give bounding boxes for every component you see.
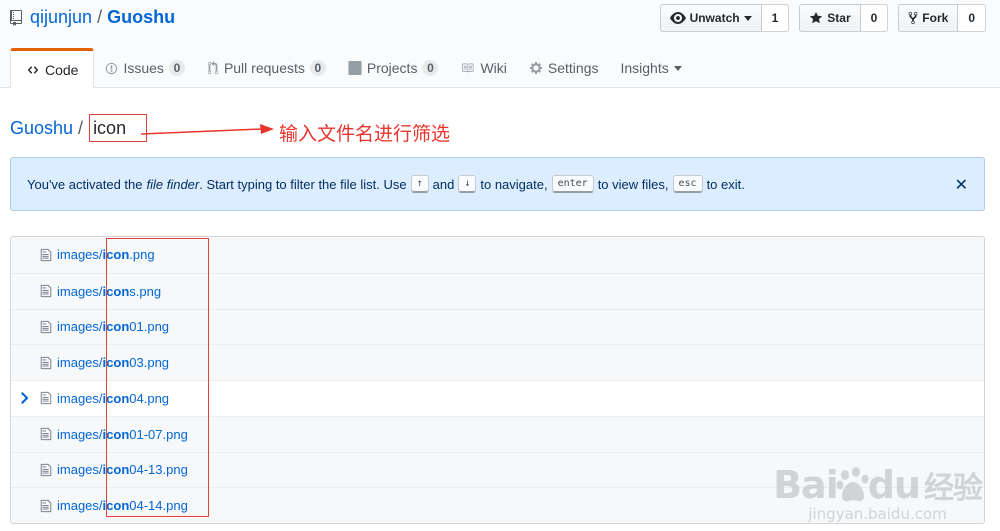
repo-title: qijunjun / Guoshu (10, 7, 175, 28)
file-link[interactable]: images/icons.png (57, 284, 161, 299)
tab-pull-requests-label: Pull requests (223, 60, 305, 76)
file-finder-flash: You've activated the file finder. Start … (10, 157, 985, 211)
baidu-jingyan-watermark: Bai du 经验 jingyan.baidu.com (773, 463, 983, 523)
wiki-icon (462, 63, 474, 73)
fork-icon (908, 11, 918, 25)
flash-text-5: to exit. (706, 176, 745, 192)
file-row[interactable]: images/icons.png (11, 272, 984, 309)
file-link[interactable]: images/icon01.png (57, 319, 169, 334)
file-finder-breadcrumb: Guoshu / (10, 114, 148, 142)
watermark-url: jingyan.baidu.com (808, 505, 947, 523)
star-icon (810, 11, 823, 24)
finder-slash: / (78, 117, 84, 138)
tab-projects[interactable]: Projects 0 (337, 48, 450, 88)
watermark-logo: Bai du 经验 (773, 463, 983, 507)
repo-name-link[interactable]: Guoshu (107, 7, 175, 28)
caret-down-icon (673, 65, 682, 71)
tab-settings-label: Settings (547, 60, 599, 76)
pull-requests-count-badge: 0 (309, 60, 326, 76)
gear-icon (529, 61, 543, 75)
star-label: Star (827, 11, 851, 25)
flash-text-2: . Start typing to filter the file list. … (199, 176, 407, 192)
tab-issues-label: Issues (123, 60, 164, 76)
file-icon (40, 320, 52, 333)
flash-message: You've activated the file finder. Start … (27, 175, 745, 193)
pull-request-icon (207, 61, 219, 75)
tab-projects-label: Projects (366, 60, 418, 76)
repo-owner-link[interactable]: qijunjun (30, 7, 92, 28)
file-icon (40, 499, 52, 512)
file-link[interactable]: images/icon04-14.png (57, 498, 188, 513)
flash-text-1: You've activated the (27, 176, 143, 192)
issues-count-badge: 0 (168, 60, 185, 76)
tab-code-label: Code (45, 62, 79, 78)
annotation-text: 输入文件名进行筛选 (279, 123, 451, 145)
stars-count[interactable]: 0 (860, 4, 889, 32)
repo-actions: Unwatch 1 Star 0 Fork 0 (659, 4, 986, 32)
chevron-right-icon (21, 392, 29, 404)
fork-label: Fork (922, 11, 949, 25)
repo-nav-tabs: Code Issues 0 Pull requests 0 Projects 0… (10, 48, 693, 89)
key-enter: enter (551, 175, 594, 193)
file-icon (40, 356, 52, 369)
issue-icon (106, 62, 118, 74)
file-icon (40, 463, 52, 476)
flash-text-3: to navigate, (480, 176, 548, 192)
key-up: ↑ (410, 175, 429, 193)
eye-icon (669, 12, 686, 24)
repo-separator: / (97, 7, 103, 27)
fork-button[interactable]: Fork (898, 4, 959, 32)
star-group: Star 0 (799, 4, 889, 32)
watchers-count[interactable]: 1 (761, 4, 790, 32)
tab-code[interactable]: Code (10, 48, 95, 89)
key-down: ↓ (458, 175, 477, 193)
finder-repo-link[interactable]: Guoshu (10, 118, 73, 139)
unwatch-label: Unwatch (689, 11, 740, 25)
flash-text-4: to view files, (597, 176, 669, 192)
flash-file-finder: file finder (146, 176, 200, 192)
file-link[interactable]: images/icon.png (57, 247, 155, 262)
tab-settings[interactable]: Settings (518, 48, 610, 88)
file-row[interactable]: images/icon03.png (11, 344, 984, 380)
star-button[interactable]: Star (799, 4, 861, 32)
annotation-arrow-icon (140, 124, 274, 135)
file-link[interactable]: images/icon04.png (57, 391, 169, 406)
unwatch-button[interactable]: Unwatch (659, 4, 762, 32)
tab-insights[interactable]: Insights (609, 48, 692, 88)
file-icon (40, 428, 52, 441)
file-icon (40, 392, 52, 405)
file-row[interactable]: images/icon.png (11, 237, 984, 273)
key-esc: esc (672, 175, 703, 193)
forks-count[interactable]: 0 (958, 4, 986, 32)
file-link[interactable]: images/icon04-13.png (57, 462, 188, 477)
projects-count-badge: 0 (422, 60, 439, 76)
tab-wiki-label: Wiki (480, 60, 507, 76)
file-row[interactable]: images/icon01-07.png (11, 415, 984, 452)
close-icon[interactable]: ✕ (955, 175, 968, 195)
file-link[interactable]: images/icon03.png (57, 355, 169, 370)
file-row-selected[interactable]: images/icon04.png (11, 380, 984, 416)
file-icon (40, 285, 52, 298)
watch-group: Unwatch 1 (659, 4, 790, 32)
file-link[interactable]: images/icon01-07.png (57, 427, 188, 442)
tab-insights-label: Insights (620, 60, 669, 76)
repo-icon (10, 9, 22, 26)
fork-group: Fork 0 (898, 4, 986, 32)
tab-wiki[interactable]: Wiki (449, 48, 517, 88)
flash-and: and (432, 176, 455, 192)
caret-down-icon (743, 15, 752, 21)
file-icon (40, 248, 52, 261)
file-finder-input[interactable] (89, 114, 148, 142)
file-row[interactable]: images/icon01.png (11, 308, 984, 345)
tab-issues[interactable]: Issues 0 (94, 48, 195, 88)
paw-icon (836, 467, 869, 502)
project-icon (348, 61, 362, 75)
tab-pull-requests[interactable]: Pull requests 0 (196, 48, 337, 88)
code-icon (27, 66, 39, 74)
